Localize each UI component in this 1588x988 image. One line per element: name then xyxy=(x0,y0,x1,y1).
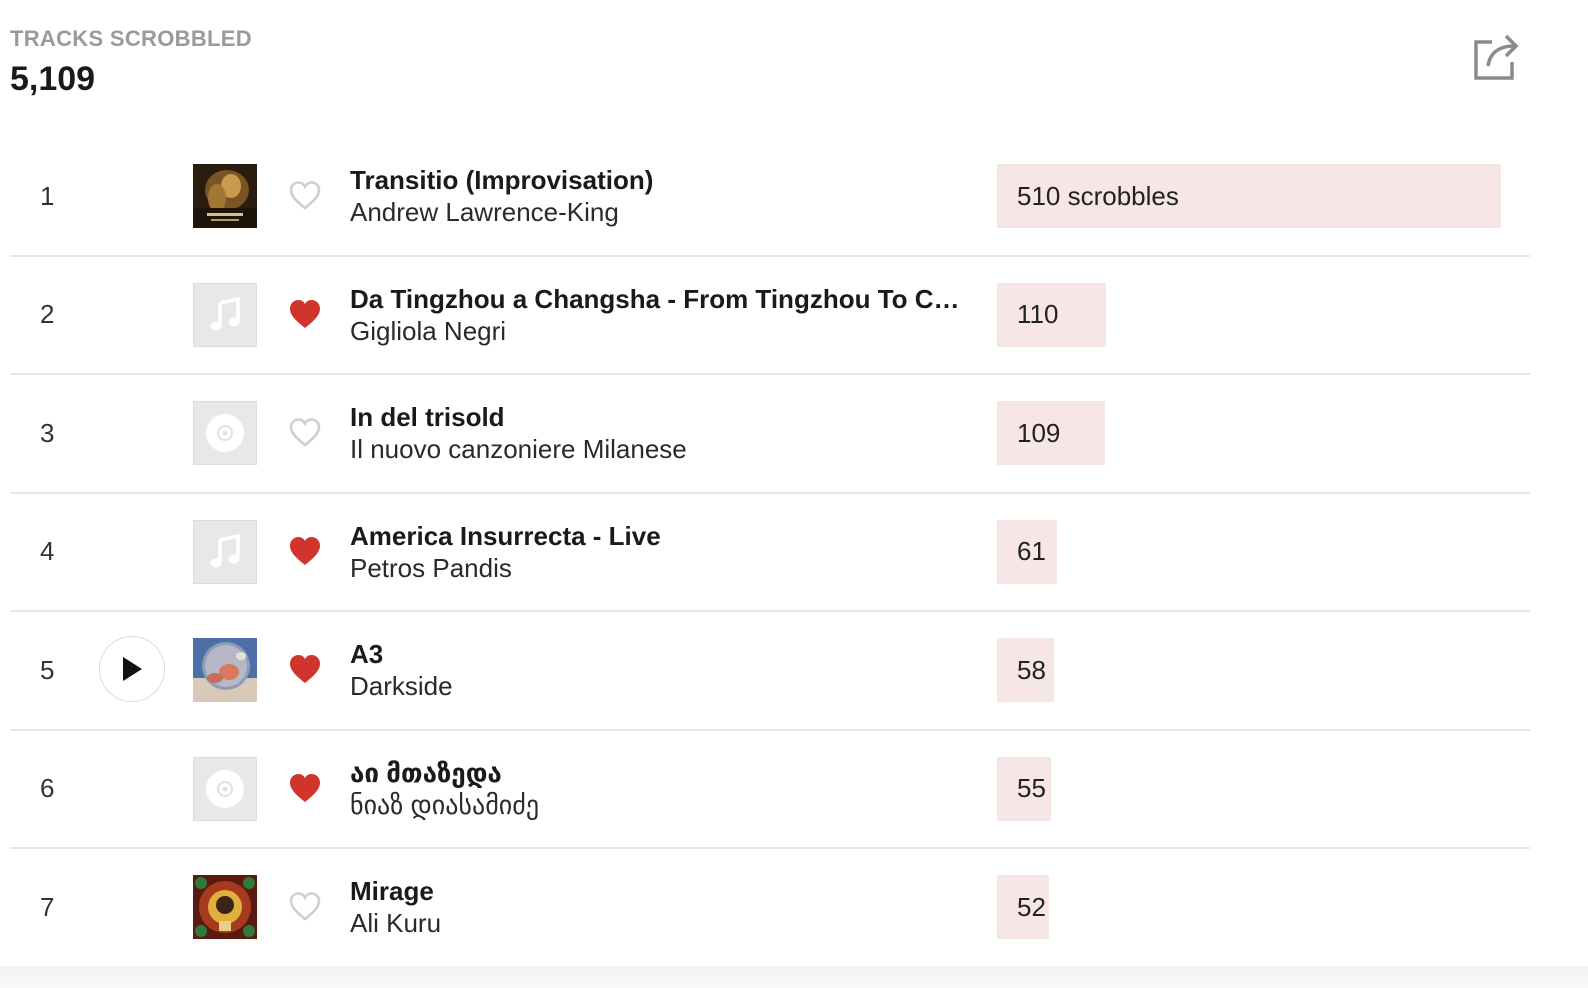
track-artist-link[interactable]: ნიაზ დიასამიძე xyxy=(350,789,970,821)
track-info: A3 Darkside xyxy=(350,638,970,702)
track-title-link[interactable]: Da Tingzhou a Changsha - From Tingzhou T… xyxy=(350,283,970,315)
track-row: 5 A3 Darkside 58 xyxy=(10,612,1530,731)
cover-placeholder[interactable] xyxy=(193,282,257,347)
play-button[interactable] xyxy=(99,636,165,703)
track-chart-list: 1 Transitio (Improvisation) Andrew Lawrenc… xyxy=(10,138,1530,968)
track-info: Mirage Ali Kuru xyxy=(350,875,970,939)
loved-heart-icon[interactable] xyxy=(287,534,323,570)
disc-icon xyxy=(206,769,244,808)
track-rank: 2 xyxy=(40,299,55,330)
tracks-scrobbled-label: TRACKS SCROBBLED xyxy=(10,26,252,51)
track-row: 1 Transitio (Improvisation) Andrew Lawrenc… xyxy=(10,138,1530,257)
track-artist-link[interactable]: Il nuovo canzoniere Milanese xyxy=(350,433,970,465)
scrobble-count-bar[interactable]: 109 xyxy=(997,401,1105,466)
share-button[interactable] xyxy=(1468,28,1524,84)
chart-page: TRACKS SCROBBLED 5,109 1 Transitio (Impro… xyxy=(0,0,1588,988)
track-row: 7 Mirage Ali Kuru 52 xyxy=(10,849,1530,968)
track-rank: 7 xyxy=(40,891,55,922)
love-heart-icon[interactable] xyxy=(287,889,323,925)
track-rank: 3 xyxy=(40,417,55,448)
love-heart-icon[interactable] xyxy=(287,415,323,451)
music-note-icon xyxy=(210,533,240,568)
loved-heart-icon[interactable] xyxy=(287,297,323,333)
track-rank: 5 xyxy=(40,654,55,685)
track-info: Transitio (Improvisation) Andrew Lawrence… xyxy=(350,164,970,228)
scrobble-count-bar[interactable]: 52 xyxy=(997,875,1049,940)
love-heart-icon[interactable] xyxy=(287,178,323,214)
scroll-edge xyxy=(0,966,1588,988)
loved-heart-icon[interactable] xyxy=(287,652,323,688)
track-artist-link[interactable]: Gigliola Negri xyxy=(350,315,970,347)
scrobble-count-bar[interactable]: 110 xyxy=(997,282,1106,347)
share-icon xyxy=(1474,34,1519,80)
track-info: America Insurrecta - Live Petros Pandis xyxy=(350,520,970,584)
album-cover[interactable] xyxy=(193,164,257,229)
track-info: Da Tingzhou a Changsha - From Tingzhou T… xyxy=(350,283,970,347)
scrobble-count-bar[interactable]: 61 xyxy=(997,519,1057,584)
track-artist-link[interactable]: Andrew Lawrence-King xyxy=(350,196,970,228)
cover-placeholder[interactable] xyxy=(193,756,257,821)
track-title-link[interactable]: Mirage xyxy=(350,875,970,907)
play-icon xyxy=(123,657,142,682)
track-row: 2 Da Tingzhou a Changsha - From Tingzhou … xyxy=(10,257,1530,375)
track-title-link[interactable]: A3 xyxy=(350,638,970,670)
track-title-link[interactable]: აი მთაზედა xyxy=(350,757,970,789)
track-title-link[interactable]: In del trisold xyxy=(350,401,970,433)
track-info: In del trisold Il nuovo canzoniere Milane… xyxy=(350,401,970,465)
track-rank: 4 xyxy=(40,536,55,567)
scrobble-count-bar[interactable]: 58 xyxy=(997,638,1054,703)
track-artist-link[interactable]: Darkside xyxy=(350,670,970,702)
track-title-link[interactable]: Transitio (Improvisation) xyxy=(350,164,970,196)
track-artist-link[interactable]: Petros Pandis xyxy=(350,552,970,584)
track-info: აი მთაზედა ნიაზ დიასამიძე xyxy=(350,757,970,821)
scrobble-count-bar[interactable]: 55 xyxy=(997,756,1051,821)
scrobble-count-bar[interactable]: 510 scrobbles xyxy=(997,164,1501,229)
music-note-icon xyxy=(210,296,240,331)
cover-placeholder[interactable] xyxy=(193,401,257,466)
track-rank: 1 xyxy=(40,180,55,211)
cover-placeholder[interactable] xyxy=(193,519,257,584)
loved-heart-icon[interactable] xyxy=(287,771,323,807)
track-artist-link[interactable]: Ali Kuru xyxy=(350,907,970,939)
track-row: 4 America Insurrecta - Live Petros Pandis 6… xyxy=(10,494,1530,612)
track-title-link[interactable]: America Insurrecta - Live xyxy=(350,520,970,552)
track-row: 6 აი მთაზედა ნიაზ დიასამიძე 55 xyxy=(10,731,1530,849)
disc-icon xyxy=(206,414,244,453)
track-rank: 6 xyxy=(40,773,55,804)
tracks-scrobbled-value: 5,109 xyxy=(10,60,96,98)
album-cover[interactable] xyxy=(193,638,257,703)
track-row: 3 In del trisold Il nuovo canzoniere Milan… xyxy=(10,375,1530,494)
album-cover[interactable] xyxy=(193,875,257,940)
